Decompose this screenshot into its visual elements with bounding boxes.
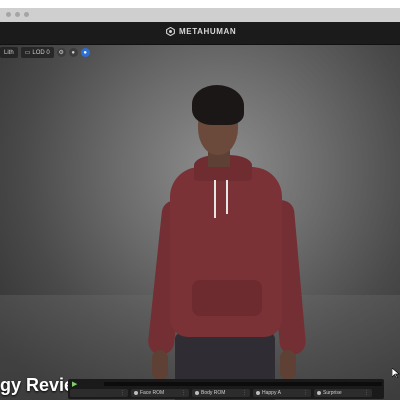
animation-icon xyxy=(256,391,260,395)
animation-icon xyxy=(317,391,321,395)
brand: METAHUMAN xyxy=(166,27,236,36)
animation-label: Face ROM xyxy=(140,390,165,396)
mouse-cursor-icon xyxy=(392,368,400,378)
window-dot[interactable] xyxy=(24,12,29,17)
animation-icon xyxy=(134,391,138,395)
hair xyxy=(192,85,244,125)
play-icon[interactable]: ▶ xyxy=(72,380,77,388)
animation-item-happy-a[interactable]: Happy A ⋮ xyxy=(253,389,311,397)
lighting-label: Lith xyxy=(4,49,14,56)
animation-list: ⋮ Face ROM ⋮ Body ROM ⋮ Happy A ⋮ Surpri… xyxy=(70,389,372,397)
more-icon[interactable]: ⋮ xyxy=(181,390,186,396)
animation-icon xyxy=(195,391,199,395)
title-bar: METAHUMAN xyxy=(0,22,400,45)
animation-label: Happy A xyxy=(262,390,281,396)
more-icon[interactable]: ⋮ xyxy=(120,390,125,396)
viewport-toolbar: Lith ▭ LOD 0 ⚙ ● ● xyxy=(0,47,90,58)
animation-item[interactable]: ⋮ xyxy=(70,389,128,397)
animation-item-face-rom[interactable]: Face ROM ⋮ xyxy=(131,389,189,397)
browser-chrome xyxy=(0,8,400,22)
window-dot[interactable] xyxy=(6,12,11,17)
brand-name: METAHUMAN xyxy=(179,27,237,36)
hoodie-pocket xyxy=(192,280,262,316)
metahuman-logo-icon xyxy=(166,27,175,36)
lighting-dropdown[interactable]: Lith xyxy=(0,47,18,58)
toggle-icon[interactable]: ● xyxy=(80,48,90,57)
left-hand xyxy=(152,350,168,380)
camera-icon[interactable]: ● xyxy=(68,48,78,57)
window-dot[interactable] xyxy=(15,12,20,17)
animation-label: Body ROM xyxy=(201,390,226,396)
monitor-icon: ▭ xyxy=(24,50,31,56)
drawstring-right xyxy=(226,180,228,214)
animation-item-surprise[interactable]: Surprise ⋮ xyxy=(314,389,372,397)
animation-item-body-rom[interactable]: Body ROM ⋮ xyxy=(192,389,250,397)
app-window: METAHUMAN Lith ▭ LOD 0 ⚙ ● ● gy Review ▶… xyxy=(0,8,400,400)
lod-label: LOD 0 xyxy=(32,49,50,56)
more-icon[interactable]: ⋮ xyxy=(303,390,308,396)
more-icon[interactable]: ⋮ xyxy=(242,390,247,396)
animation-label: Surprise xyxy=(323,390,342,396)
timeline-scrubber[interactable] xyxy=(104,382,382,386)
metahuman-character xyxy=(140,85,320,400)
more-icon[interactable]: ⋮ xyxy=(364,390,369,396)
animation-timeline: ▶ ⋮ Face ROM ⋮ Body ROM ⋮ Happy A ⋮ Surp… xyxy=(68,379,384,399)
lod-dropdown[interactable]: ▭ LOD 0 xyxy=(20,47,54,58)
right-hand xyxy=(280,350,296,380)
3d-viewport[interactable]: Lith ▭ LOD 0 ⚙ ● ● xyxy=(0,45,400,400)
drawstring-left xyxy=(214,180,216,218)
settings-icon[interactable]: ⚙ xyxy=(56,48,66,57)
window-controls xyxy=(6,12,29,17)
